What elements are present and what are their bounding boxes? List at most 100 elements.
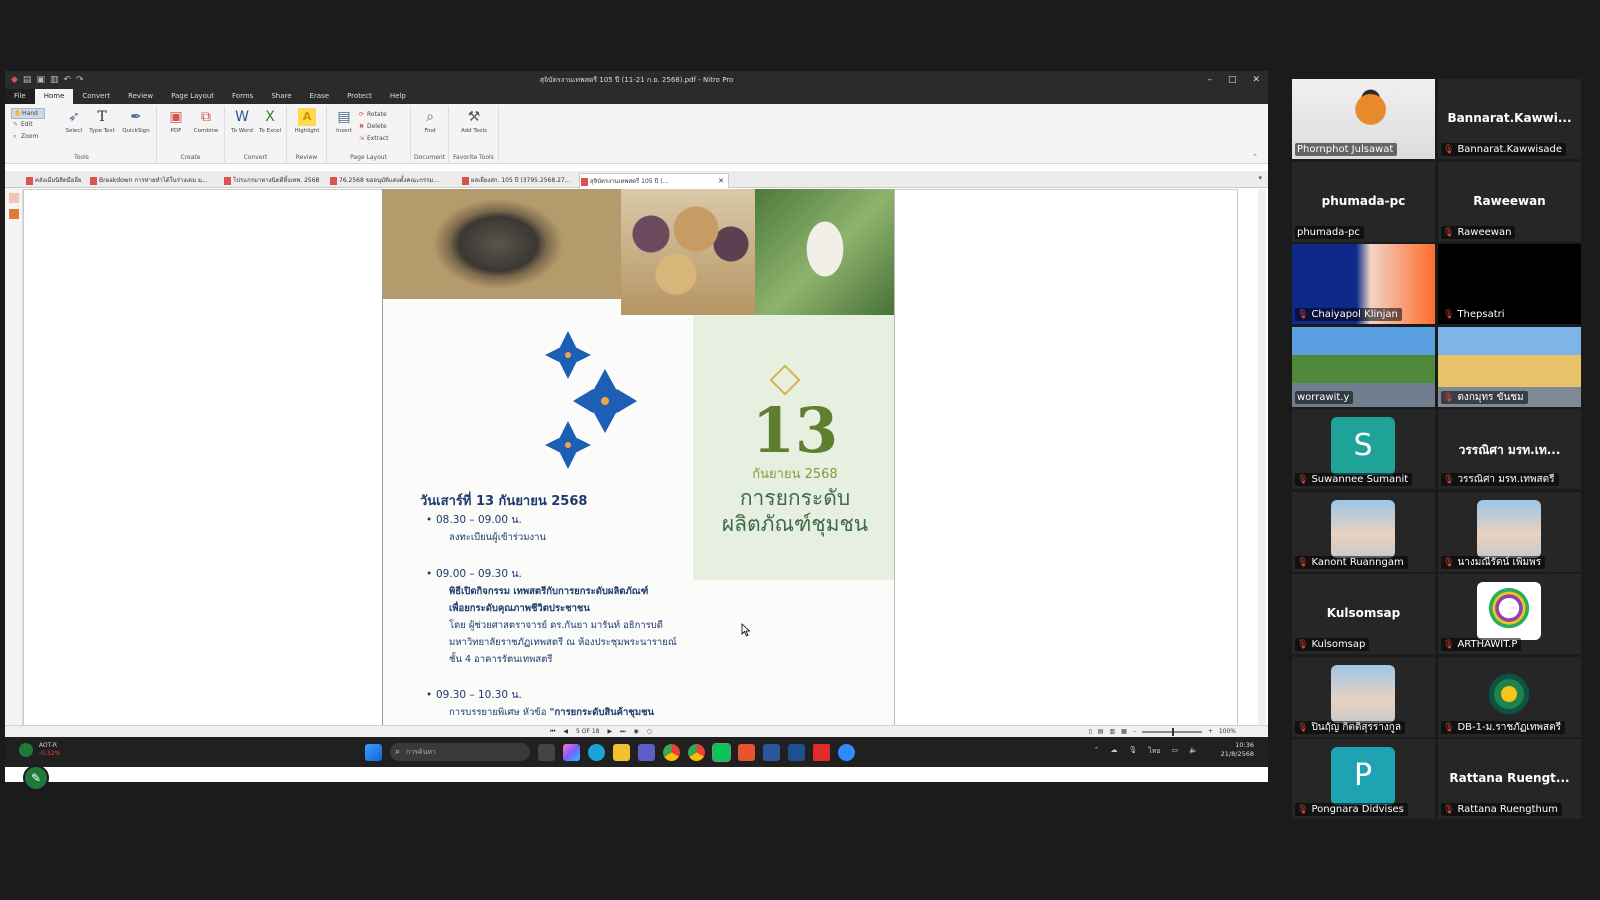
chrome-icon[interactable] [663, 743, 680, 761]
close-tab-icon[interactable]: ✕ [718, 174, 724, 188]
office-app-icon[interactable] [788, 743, 805, 761]
hand-tool-button[interactable]: ✋Hand [11, 108, 45, 119]
highlight-button[interactable]: A Highlight [291, 108, 323, 135]
zoom-tool-button[interactable]: ⌕ Zoom [13, 132, 38, 141]
task-view-icon[interactable] [538, 743, 555, 761]
forward-view-icon[interactable]: ○ [647, 727, 652, 737]
page-indicator[interactable]: 5 OF 18 [576, 727, 599, 737]
participant-tile[interactable]: Rattana Ruengt... 🎙 Rattana Ruengthum [1438, 739, 1581, 819]
participant-tile[interactable]: 🎙 Chaiyapol Klinjan [1292, 244, 1435, 324]
tab-share[interactable]: Share [262, 89, 300, 104]
participant-tile[interactable]: Kulsomsap 🎙 Kulsomsap [1292, 574, 1435, 654]
participant-tile[interactable]: Raweewan 🎙 Raweewan [1438, 161, 1581, 242]
create-pdf-button[interactable]: ▣ PDF [163, 108, 189, 135]
tab-file[interactable]: File [5, 89, 35, 104]
participant-tile[interactable]: 🎙 Kanont Ruanngam [1292, 491, 1435, 572]
participant-tile[interactable]: 🎙 ARTHAWIT.P [1438, 574, 1581, 654]
combine-button[interactable]: ⧉ Combine [191, 108, 221, 135]
participant-tile[interactable]: 🎙 DB-1-ม.ราชภัฏเทพสตรี [1438, 656, 1581, 737]
participant-tile[interactable]: Bannarat.Kawwi... 🎙 Bannarat.Kawwisade [1438, 79, 1581, 159]
participant-tile[interactable]: Phornphot Julsawat [1292, 79, 1435, 159]
participant-tile[interactable]: 🎙 นางมณีรัตน์ เพิ่มพร [1438, 491, 1581, 572]
tab-list-chevron-icon[interactable]: ▾ [1258, 174, 1262, 182]
rotate-button[interactable]: ⟳ Rotate [359, 110, 387, 119]
first-page-icon[interactable]: ⏮ [550, 727, 555, 737]
back-view-icon[interactable]: ◉ [634, 727, 639, 737]
tray-chevron-icon[interactable]: ⌃ [1094, 746, 1100, 757]
add-tools-button[interactable]: ⚒ Add Tools [461, 108, 487, 135]
extract-button[interactable]: ⇲ Extract [359, 134, 389, 143]
vertical-scrollbar[interactable] [1258, 189, 1266, 726]
participant-tile[interactable]: S 🎙 Suwannee Sumanit [1292, 409, 1435, 489]
continuous-view-icon[interactable]: ▤ [1098, 727, 1104, 737]
last-page-icon[interactable]: ⏭ [620, 727, 625, 737]
to-word-button[interactable]: W To Word [229, 108, 255, 135]
volume-icon[interactable]: 🔈 [1189, 746, 1198, 757]
chrome-profile-icon[interactable] [688, 743, 705, 761]
participant-tile[interactable]: phumada-pc phumada-pc [1292, 161, 1435, 242]
taskbar-search[interactable]: การค้นหา [390, 743, 530, 761]
edge-icon[interactable] [588, 743, 605, 761]
tab-erase[interactable]: Erase [301, 89, 339, 104]
mic-tray-icon[interactable]: 🎙 [1129, 746, 1138, 757]
doc-tab[interactable]: Breakdown การท่ายทำได้ในร่างเดม ม... [89, 173, 219, 188]
close-icon[interactable]: ✕ [1252, 71, 1260, 89]
single-page-view-icon[interactable]: ▯ [1088, 727, 1091, 737]
tab-review[interactable]: Review [119, 89, 162, 104]
teams-icon[interactable] [638, 743, 655, 761]
facing-view-icon[interactable]: ▥ [1109, 727, 1115, 737]
maximize-icon[interactable]: □ [1228, 71, 1237, 89]
taskbar-widget[interactable]: AOT-R -0.32% [19, 742, 60, 758]
participant-tile[interactable]: 🎙 ปิ่นฤัญ กิตติสุรรางกูล [1292, 656, 1435, 737]
bookmarks-icon[interactable] [9, 209, 19, 219]
delete-button[interactable]: ✖ Delete [359, 122, 387, 131]
participant-tile[interactable]: 🎙 Thepsatri [1438, 244, 1581, 324]
participant-tile[interactable]: P 🎙 Pongnara Didvises [1292, 739, 1435, 819]
doc-tab[interactable]: 76.2568 ขออนุมัติแต่งตั้งคณะกรรม... [329, 173, 457, 188]
acrobat-icon[interactable] [813, 743, 830, 761]
zoom-in-icon[interactable]: + [1208, 727, 1213, 737]
next-page-icon[interactable]: ▶ [607, 727, 612, 737]
type-text-button[interactable]: T Type Text [89, 108, 115, 135]
edit-tool-button[interactable]: ✎ Edit [13, 120, 33, 129]
attachments-icon[interactable] [9, 193, 19, 203]
doc-tab[interactable]: คลังเมียนิสิตมืออีย [25, 173, 85, 188]
file-explorer-icon[interactable] [613, 743, 630, 761]
grid-view-icon[interactable]: ▦ [1121, 727, 1127, 737]
word-app-icon[interactable] [763, 743, 780, 761]
zoom-out-icon[interactable]: – [1133, 727, 1136, 737]
copilot-icon[interactable] [563, 743, 580, 761]
to-excel-button[interactable]: X To Excel [257, 108, 283, 135]
participant-tile[interactable]: worrawit.y [1292, 326, 1435, 407]
annotate-pen-icon[interactable]: ✎ [23, 765, 49, 791]
line-app-icon[interactable] [712, 742, 731, 762]
zoom-slider[interactable] [1141, 728, 1202, 736]
tab-convert[interactable]: Convert [73, 89, 119, 104]
start-windows-icon[interactable] [365, 743, 382, 761]
zoom-level[interactable]: 100% [1219, 727, 1236, 737]
tab-forms[interactable]: Forms [223, 89, 262, 104]
select-button[interactable]: ➶ Select [61, 108, 87, 135]
doc-tab[interactable]: ผลเยี่ยงสก. 105 ปี (3795.2568.27... [461, 173, 575, 188]
nitro-app-icon[interactable] [738, 743, 755, 761]
tab-help[interactable]: Help [381, 89, 415, 104]
schedule-detail: ลงทะเบียนผู้เข้าร่วมงาน [449, 532, 546, 543]
participant-tile[interactable]: วรรณิศา มรท.เท... 🎙 วรรณิศา มรท.เทพสตรี [1438, 409, 1581, 489]
doc-tab-active[interactable]: สุจิบัตรงานเทพสตรี 105 ปี (... ✕ [579, 173, 729, 188]
tab-protect[interactable]: Protect [338, 89, 381, 104]
tab-home[interactable]: Home [34, 89, 74, 104]
participant-tile[interactable]: 🎙 ดงกมุทร ขันชม [1438, 326, 1581, 407]
collapse-ribbon-icon[interactable]: ⌃ [1252, 153, 1258, 161]
zoom-app-icon[interactable] [838, 743, 855, 761]
insert-button[interactable]: ▤ Insert [331, 108, 357, 135]
clock[interactable]: 10:36 21/8/2568 [1221, 741, 1254, 759]
network-icon[interactable]: ▭ [1172, 746, 1179, 757]
onedrive-icon[interactable]: ☁ [1111, 746, 1118, 757]
quicksign-button[interactable]: ✒ QuickSign [119, 108, 153, 135]
doc-tab[interactable]: โปรแกรมาทางนิตดีหิ้งเทพ. 2568 [223, 173, 325, 188]
tab-page-layout[interactable]: Page Layout [162, 89, 223, 104]
minimize-icon[interactable]: – [1207, 71, 1212, 89]
prev-page-icon[interactable]: ◀ [563, 727, 568, 737]
find-button[interactable]: ⌕ Find [417, 108, 443, 135]
input-language[interactable]: ไทย [1148, 746, 1160, 757]
